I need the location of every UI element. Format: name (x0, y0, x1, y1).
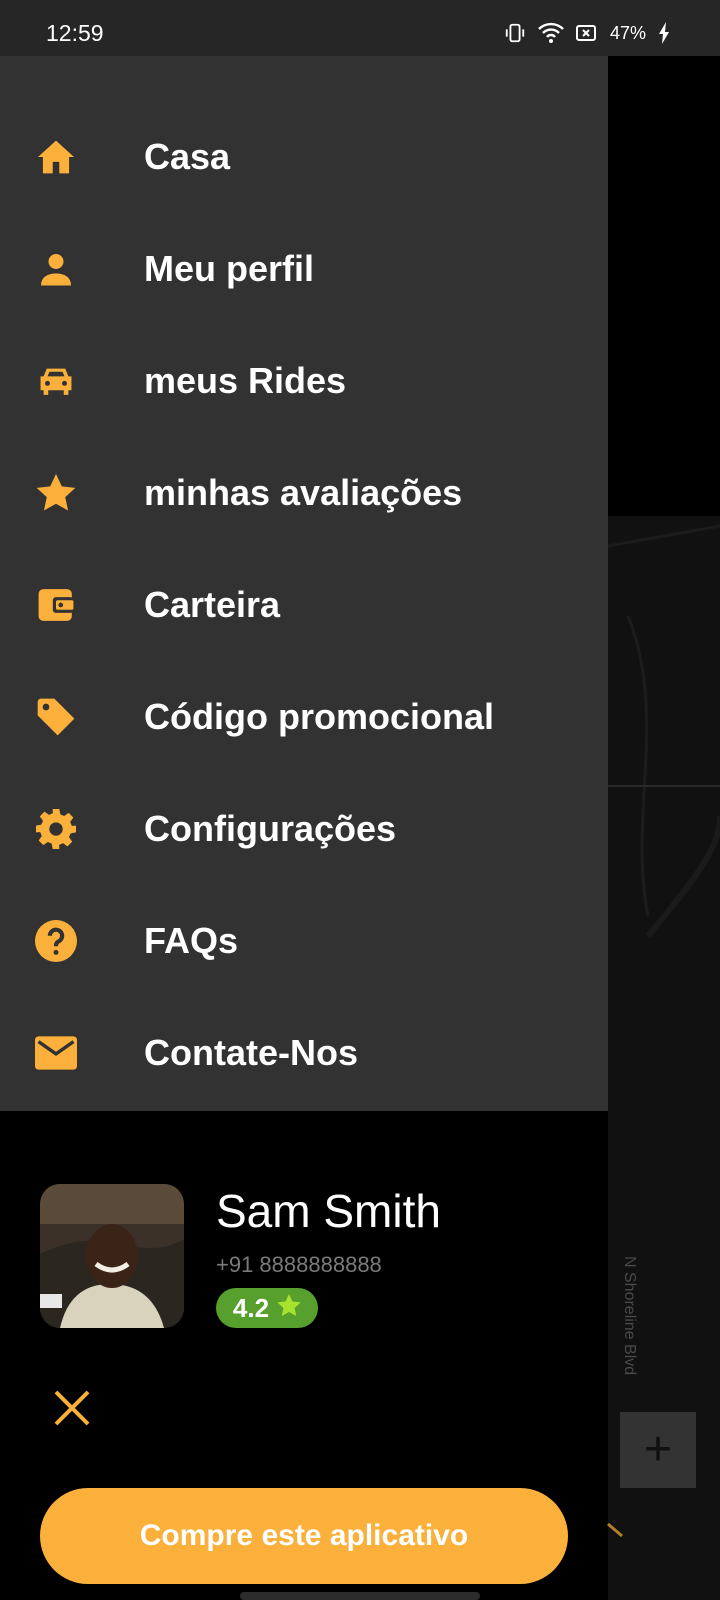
map-road-label: N Shoreline Blvd (621, 1256, 638, 1376)
status-bar: 12:59 47% (0, 0, 720, 56)
profile-name: Sam Smith (216, 1185, 441, 1237)
menu-label: Contate-Nos (144, 1032, 358, 1073)
menu-item-casa[interactable]: Casa (0, 101, 608, 213)
menu-label: Casa (144, 136, 231, 177)
status-icons: 47% (504, 22, 670, 44)
mail-icon (34, 1031, 78, 1075)
home-icon (34, 135, 78, 179)
gear-icon (34, 807, 78, 851)
zoom-in-button[interactable]: + (620, 1412, 696, 1488)
menu-item-carteira[interactable]: Carteira (0, 549, 608, 661)
menu-label: Código promocional (144, 696, 494, 737)
rating-star-icon (277, 1294, 301, 1322)
tag-icon (34, 695, 78, 739)
menu-item-meu-perfil[interactable]: Meu perfil (0, 213, 608, 325)
menu-item-minhas-avaliacoes[interactable]: minhas avaliações (0, 437, 608, 549)
vibrate-icon (504, 22, 526, 44)
menu-item-faqs[interactable]: FAQs (0, 885, 608, 997)
help-icon (34, 919, 78, 963)
buy-app-button[interactable]: Compre este aplicativo (40, 1488, 568, 1584)
wallet-icon (34, 583, 78, 627)
navigation-drawer: Casa Meu perfil meus Rides minhas avalia… (0, 56, 608, 1111)
map-marker-fragment-icon (607, 1522, 623, 1538)
rating-value: 4.2 (232, 1292, 270, 1323)
menu-item-configuracoes[interactable]: Configurações (0, 773, 608, 885)
map-view[interactable]: N Shoreline Blvd (608, 56, 720, 1600)
menu-item-contate-nos[interactable]: Contate-Nos (0, 997, 608, 1109)
battery-saver-icon (575, 24, 598, 42)
star-icon (34, 471, 78, 515)
home-indicator[interactable] (240, 1592, 480, 1600)
avatar[interactable] (40, 1184, 184, 1328)
close-drawer-button[interactable] (52, 1388, 92, 1428)
person-icon (34, 247, 78, 291)
menu-label: minhas avaliações (144, 472, 463, 513)
status-time: 12:59 (46, 20, 104, 46)
menu-item-codigo-promocional[interactable]: Código promocional (0, 661, 608, 773)
menu-label: Carteira (144, 584, 281, 625)
menu-label: meus Rides (144, 360, 347, 401)
menu-label: Meu perfil (144, 248, 315, 289)
close-icon (54, 1390, 90, 1426)
profile-phone: +91 8888888888 (216, 1252, 382, 1277)
battery-level: 47% (609, 22, 646, 43)
charging-icon (658, 22, 670, 44)
wifi-icon (538, 22, 564, 44)
map-dark-area (608, 56, 720, 516)
menu-label: Configurações (144, 808, 397, 849)
menu-item-meus-rides[interactable]: meus Rides (0, 325, 608, 437)
menu-label: FAQs (144, 920, 239, 961)
rating-badge: 4.2 (216, 1288, 318, 1328)
car-icon (34, 359, 78, 403)
